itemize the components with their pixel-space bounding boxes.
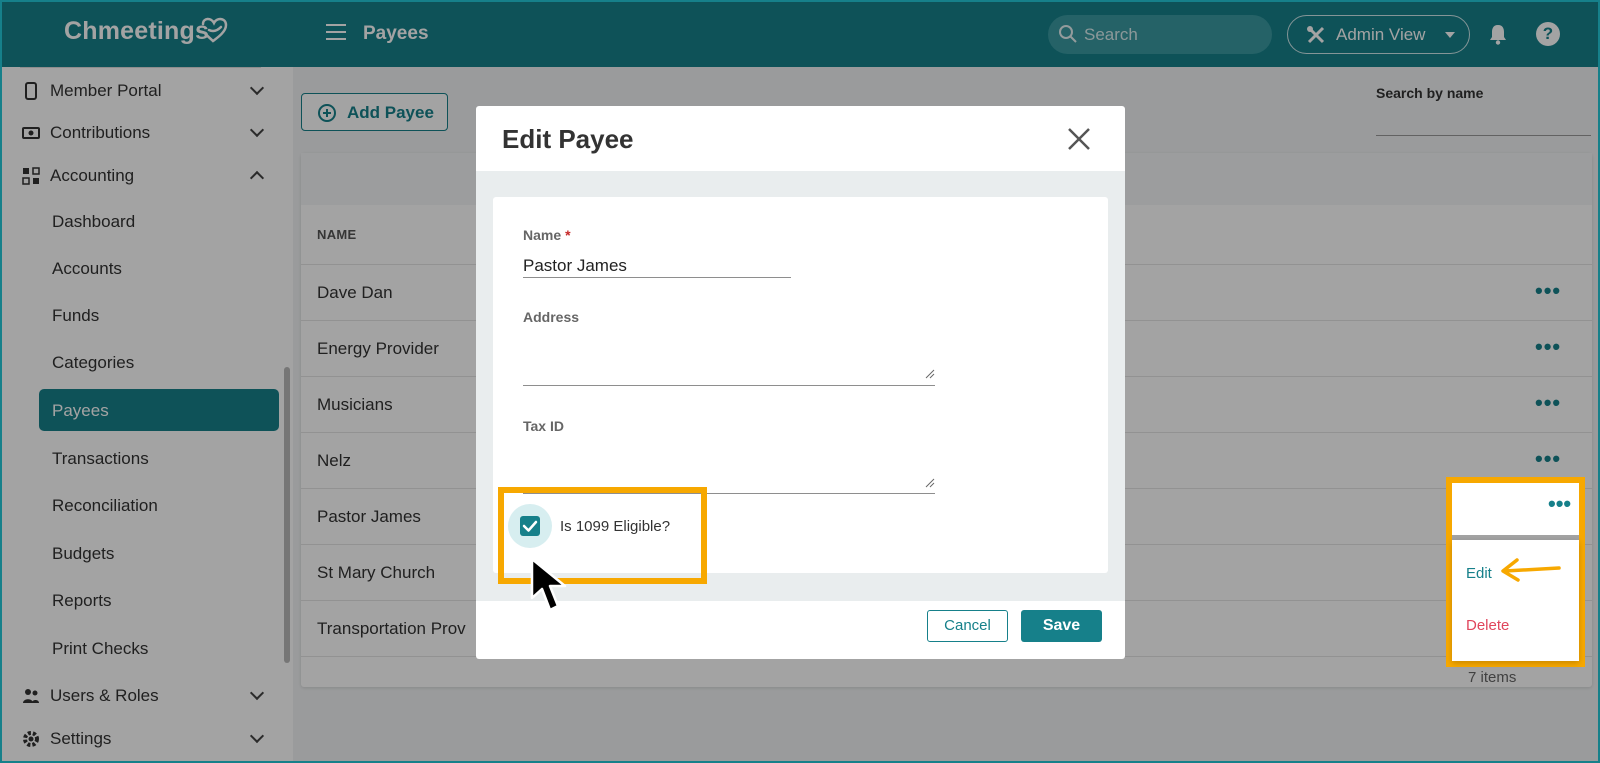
cancel-button[interactable]: Cancel <box>927 610 1008 642</box>
name-input-underline <box>523 277 791 278</box>
delete-menu-item[interactable]: Delete <box>1466 617 1509 634</box>
resize-handle-icon[interactable] <box>925 478 935 488</box>
required-marker: * <box>565 227 571 243</box>
more-actions-icon[interactable]: ••• <box>1548 493 1571 515</box>
address-label: Address <box>523 309 580 325</box>
address-input[interactable] <box>523 385 935 386</box>
name-input[interactable]: Pastor James <box>523 256 627 276</box>
pointer-arrow-icon <box>1501 558 1561 582</box>
resize-handle-icon[interactable] <box>925 369 935 379</box>
close-icon[interactable] <box>1066 126 1092 152</box>
tax-id-label: Tax ID <box>523 418 564 434</box>
name-label-text: Name <box>523 227 562 243</box>
name-field-label: Name * <box>523 227 571 243</box>
edit-menu-item[interactable]: Edit <box>1466 565 1492 582</box>
dialog-title: Edit Payee <box>502 124 634 154</box>
mouse-cursor-icon <box>530 557 567 612</box>
active-row-actions[interactable]: ••• <box>1452 483 1579 535</box>
save-button[interactable]: Save <box>1021 610 1102 642</box>
